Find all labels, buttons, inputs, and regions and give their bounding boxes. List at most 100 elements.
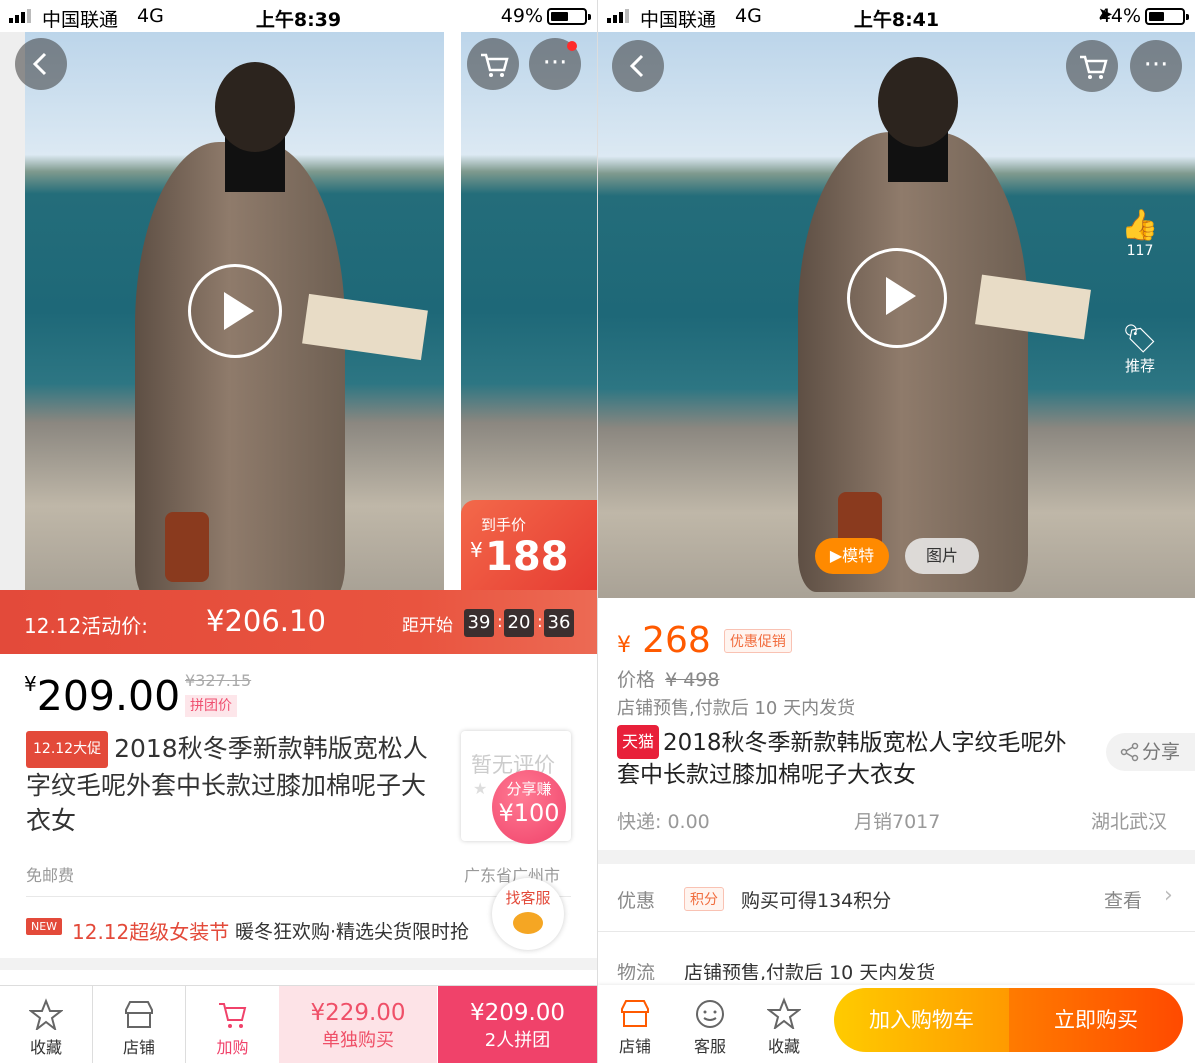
- star-icon: [766, 997, 802, 1031]
- cart-icon: [218, 1003, 246, 1028]
- promo-label: 12.12活动价:: [24, 614, 148, 638]
- play-icon[interactable]: [847, 248, 947, 348]
- add-cart-button[interactable]: 加购: [186, 986, 279, 1063]
- group-buy-label: 2人拼团: [484, 1030, 551, 1051]
- countdown-minutes: 20: [504, 609, 534, 637]
- product-title-text: 2018秋冬季新款韩版宽松人字纹毛呢外套中长款过膝加棉呢子大衣女: [617, 730, 1067, 788]
- chat-icon: [513, 912, 543, 934]
- like-button[interactable]: 👍 117: [1116, 208, 1164, 259]
- play-icon[interactable]: [188, 264, 282, 358]
- tag-icon: 🏷: [1122, 322, 1158, 355]
- recommend-label: 推荐: [1124, 357, 1155, 375]
- single-price: ¥229.00: [310, 1000, 406, 1026]
- model-tab[interactable]: ▶模特: [815, 538, 889, 574]
- ship-location: 湖北武汉: [1091, 811, 1168, 833]
- express-fee: 快递: 0.00: [617, 811, 710, 833]
- service-label: 客服: [693, 1037, 726, 1056]
- group-price: ¥209.00: [24, 672, 180, 720]
- favorite-button[interactable]: 收藏: [759, 985, 809, 1063]
- share-earn-value: ¥100: [498, 799, 560, 827]
- more-button[interactable]: ···: [1130, 40, 1182, 92]
- buy-single-button[interactable]: ¥229.00 单独购买: [279, 986, 437, 1063]
- product-video[interactable]: [598, 32, 1195, 598]
- price-value: 268: [642, 620, 711, 661]
- bag: [165, 512, 209, 582]
- model-coat: [798, 132, 1028, 592]
- final-price-card: 到手价 ¥ 188: [461, 500, 597, 590]
- chevron-right-icon: ›: [1164, 883, 1173, 908]
- share-earn-button[interactable]: 分享赚 ¥100: [492, 770, 566, 844]
- customer-service-button[interactable]: 找客服: [492, 878, 564, 950]
- colon: :: [497, 612, 503, 632]
- logistics-row[interactable]: 物流 店铺预售,付款后 10 天内发货: [598, 950, 1195, 980]
- buy-now-button[interactable]: 立即购买: [1009, 988, 1183, 1052]
- more-icon: ···: [542, 48, 568, 78]
- new-badge: NEW: [26, 918, 63, 935]
- shop-label: 店铺: [618, 1037, 651, 1056]
- festival-text: 暖冬狂欢购·精选尖货限时抢: [235, 921, 470, 943]
- recommend-button[interactable]: 🏷 推荐: [1116, 322, 1164, 376]
- shop-icon: [621, 1000, 649, 1027]
- logistics-label: 物流: [617, 962, 656, 980]
- smile-icon: [696, 1000, 724, 1028]
- product-video[interactable]: [25, 32, 444, 590]
- battery-percent: 49%: [500, 5, 543, 27]
- star-icon: ★: [473, 779, 488, 798]
- currency: ¥: [617, 633, 631, 658]
- left-screen: 中国联通 4G 上午8:39 49% ··· 到手价 ¥ 188 12.12活动…: [0, 0, 597, 1063]
- original-price: ¥327.15: [185, 671, 252, 690]
- original-price-row: 价格 ¥ 498: [617, 665, 719, 692]
- shop-button[interactable]: 店铺: [93, 986, 186, 1063]
- festival-title: 12.12超级女装节: [72, 920, 230, 944]
- pictures-tab[interactable]: 图片: [905, 538, 979, 574]
- promo-price: ¥206.10: [206, 604, 326, 638]
- favorite-button[interactable]: 收藏: [0, 986, 93, 1063]
- add-to-cart-button[interactable]: 加入购物车: [834, 988, 1009, 1052]
- add-cart-label: 加购: [216, 1038, 249, 1057]
- shop-label: 店铺: [122, 1038, 155, 1057]
- shipping-fee: 免邮费: [26, 866, 75, 885]
- group-buy-price: ¥209.00: [469, 1000, 566, 1026]
- star-icon: [28, 998, 64, 1032]
- like-count: 117: [1126, 243, 1154, 259]
- back-button[interactable]: [612, 40, 664, 92]
- cart-button[interactable]: [1066, 40, 1118, 92]
- notification-dot: [567, 41, 577, 51]
- countdown-hours: 39: [464, 609, 494, 637]
- product-title: 天猫 2018秋冬季新款韩版宽松人字纹毛呢外套中长款过膝加棉呢子大衣女: [617, 725, 1087, 791]
- tmall-badge: 天猫: [617, 725, 660, 759]
- share-earn-label: 分享赚: [506, 780, 552, 798]
- status-bar: 中国联通 4G 上午8:41 ➤ 44%: [598, 0, 1195, 32]
- cart-button[interactable]: [467, 38, 519, 90]
- back-icon: [629, 54, 644, 78]
- promo-tag: 优惠促销: [723, 629, 792, 653]
- section-gap: [0, 958, 597, 970]
- favorite-label: 收藏: [767, 1037, 800, 1056]
- final-price-label: 到手价: [481, 516, 527, 534]
- group-buy-button[interactable]: ¥209.00 2人拼团: [438, 986, 597, 1063]
- share-label: 分享: [1142, 741, 1181, 763]
- colon: :: [537, 612, 543, 632]
- status-bar: 中国联通 4G 上午8:39 49%: [0, 0, 597, 32]
- presale-note: 店铺预售,付款后 10 天内发货: [617, 698, 856, 719]
- service-button[interactable]: 客服: [685, 985, 735, 1063]
- back-button[interactable]: [15, 38, 67, 90]
- monthly-sales: 月销7017: [854, 811, 941, 833]
- favorite-label: 收藏: [29, 1038, 62, 1057]
- offer-label: 优惠: [617, 890, 656, 912]
- offer-row[interactable]: 优惠 积分 购买可得134积分 查看 ›: [598, 865, 1195, 931]
- model-head: [878, 57, 958, 147]
- points-text: 购买可得134积分: [741, 890, 892, 912]
- shop-button[interactable]: 店铺: [610, 985, 660, 1063]
- right-screen: 中国联通 4G 上午8:41 ➤ 44% ··· 👍 117 🏷 推荐 ▶模特 …: [597, 0, 1195, 1063]
- original-price: ¥ 498: [665, 669, 720, 691]
- more-icon: ···: [1143, 50, 1169, 80]
- shop-icon: [125, 1001, 153, 1028]
- countdown-label: 距开始: [402, 616, 453, 636]
- battery-percent: 44%: [1098, 5, 1141, 27]
- share-button[interactable]: 分享: [1106, 733, 1195, 771]
- thumbs-up-icon: 👍: [1121, 208, 1159, 243]
- divider: [26, 896, 571, 897]
- final-price-currency: ¥: [470, 538, 483, 562]
- currency: ¥: [24, 672, 37, 696]
